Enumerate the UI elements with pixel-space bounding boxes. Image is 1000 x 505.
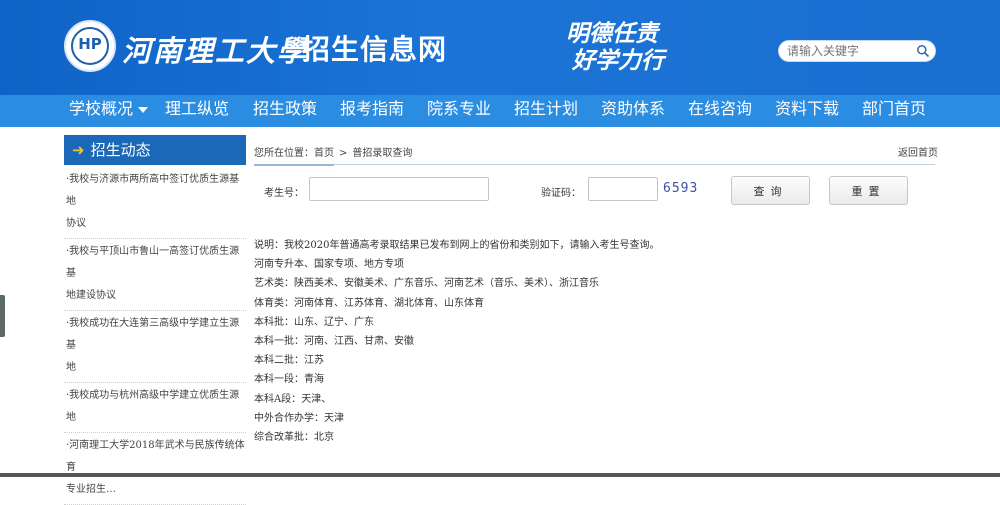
search-input[interactable] — [787, 43, 915, 59]
motto-line-2: 好学力行 — [572, 47, 664, 74]
note-line: 本科A段：天津、 — [254, 393, 332, 405]
arrow-right-icon: ➜ — [72, 141, 85, 159]
note-line: 本科一段：青海 — [254, 374, 324, 386]
sidebar-news-item[interactable]: ·我校成功在大连第三高级中学建立生源基地 — [64, 311, 246, 383]
nav-item-majors[interactable]: 院系专业 — [427, 95, 491, 127]
nav-item-aid[interactable]: 资助体系 — [601, 95, 665, 127]
breadcrumb: 您所在位置：首页 > 普招录取查询 — [254, 144, 412, 159]
university-logo[interactable]: HP — [64, 20, 116, 72]
nav-item-plan[interactable]: 招生计划 — [514, 95, 578, 127]
note-line: 本科二批：江苏 — [254, 355, 324, 367]
sidebar-title-text: 招生动态 — [90, 141, 151, 159]
exam-no-input[interactable] — [309, 177, 489, 201]
note-line: 本科一批：河南、江西、甘肃、安徽 — [254, 336, 414, 348]
nav-item-consult[interactable]: 在线咨询 — [688, 95, 752, 127]
site-name[interactable]: 招生信息网 — [302, 28, 447, 68]
logo-monogram: HP — [78, 35, 102, 53]
nav-item-dept-home[interactable]: 部门首页 — [862, 95, 926, 127]
reset-button[interactable]: 重置 — [829, 176, 908, 205]
note-line: 河南专升本、国家专项、地方专项 — [254, 259, 404, 271]
note-line: 艺术类：陕西美术、安徽美术、广东音乐、河南艺术（音乐、美术）、浙江音乐 — [254, 278, 599, 290]
page-bottom-border — [0, 473, 1000, 477]
sidebar-news-item[interactable]: ·河南理工大学2018年武术与民族传统体育 专业招生… — [64, 433, 246, 505]
note-line: 本科批：山东、辽宁、广东 — [254, 316, 374, 328]
sidebar-news-item[interactable]: ·我校成功与杭州高级中学建立优质生源地 — [64, 383, 246, 433]
school-name[interactable]: 河南理工大學 — [122, 28, 308, 70]
note-line: 中外合作办学：天津 — [254, 412, 344, 424]
main-nav: 学校概况 理工纵览 招生政策 报考指南 院系专业 招生计划 资助体系 在线咨询 … — [0, 95, 1000, 127]
nav-item-about[interactable]: 学校概况 — [69, 95, 149, 127]
nav-item-policy[interactable]: 招生政策 — [253, 95, 317, 127]
note-line: 综合改革批：北京 — [254, 432, 334, 444]
breadcrumb-separator: > — [339, 148, 348, 159]
captcha-label: 验证码： — [541, 188, 581, 199]
note-line: 说明：我校2020年普通高考录取结果已发布到网上的省份和类别如下，请输入考生号查… — [254, 240, 660, 251]
search-icon[interactable] — [916, 44, 930, 58]
breadcrumb-current: 普招录取查询 — [352, 148, 413, 159]
exam-no-label: 考生号： — [264, 188, 304, 199]
nav-item-downloads[interactable]: 资料下载 — [775, 95, 839, 127]
site-header: HP 河南理工大學 招生信息网 明德任责 好学力行 — [0, 0, 1000, 95]
query-button[interactable]: 查询 — [731, 176, 810, 205]
school-motto: 明德任责 好学力行 — [566, 20, 686, 74]
sidebar-news-list: ·我校与济源市两所高中签订优质生源基地 协议 ·我校与平顶山市鲁山一高签订优质生源… — [64, 167, 246, 505]
captcha-image[interactable]: 6593 — [663, 181, 698, 196]
sidebar-news-item[interactable]: ·我校与平顶山市鲁山一高签订优质生源基 地建设协议 — [64, 239, 246, 311]
search-box — [778, 40, 936, 62]
caret-down-icon — [138, 106, 149, 113]
nav-item-label: 学校概况 — [69, 99, 134, 118]
sidebar-title: ➜ 招生动态 — [64, 135, 246, 165]
nav-item-guide[interactable]: 报考指南 — [340, 95, 404, 127]
floating-side-tab[interactable] — [0, 295, 5, 337]
breadcrumb-divider — [254, 164, 935, 166]
back-home-link[interactable]: 返回首页 — [898, 144, 938, 159]
breadcrumb-prefix: 您所在位置： — [254, 148, 314, 159]
note-line: 体育类：河南体育、江苏体育、湖北体育、山东体育 — [254, 297, 484, 309]
admission-notes: 说明：我校2020年普通高考录取结果已发布到网上的省份和类别如下，请输入考生号查… — [254, 236, 934, 447]
breadcrumb-home[interactable]: 首页 — [314, 148, 334, 159]
nav-item-overview[interactable]: 理工纵览 — [165, 95, 229, 127]
motto-line-1: 明德任责 — [566, 20, 658, 47]
divider-accent — [254, 164, 334, 166]
captcha-input[interactable] — [588, 177, 658, 201]
sidebar-news-item[interactable]: ·我校与济源市两所高中签订优质生源基地 协议 — [64, 167, 246, 239]
